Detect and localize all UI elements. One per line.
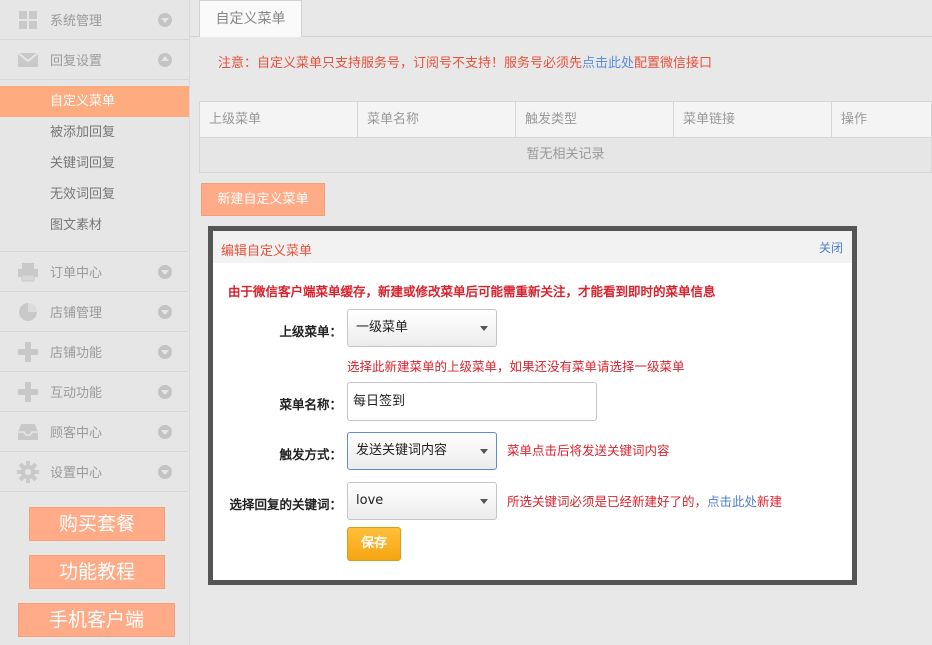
sidebar-item-invalid-reply[interactable]: 无效词回复 <box>0 179 189 210</box>
dialog-header: 编辑自定义菜单 关闭 <box>213 231 852 263</box>
mobile-client-button[interactable]: 手机客户端 <box>18 603 175 637</box>
dropdown-arrow-icon <box>480 449 488 454</box>
parent-menu-label: 上级菜单： <box>279 324 342 339</box>
trigger-select[interactable]: 发送关键词内容 <box>347 432 497 470</box>
main-content: 自定义菜单 注意：自定义菜单只支持服务号，订阅号不支持！服务号必须先点击此处配置… <box>191 0 932 645</box>
chevron-down-icon <box>158 344 172 359</box>
dialog-title: 编辑自定义菜单 <box>221 244 313 259</box>
sidebar-group-label: 店铺功能 <box>50 346 103 361</box>
close-link[interactable]: 关闭 <box>819 239 843 256</box>
sidebar-item-keyword-reply[interactable]: 关键词回复 <box>0 148 189 179</box>
tutorial-button[interactable]: 功能教程 <box>29 555 165 589</box>
notice-prefix: 注意：自定义菜单只支持服务号，订阅号不支持！服务号必须先 <box>218 56 583 71</box>
gear-icon <box>17 460 39 483</box>
dropdown-arrow-icon <box>480 499 488 504</box>
plus-icon <box>17 341 39 363</box>
keyword-hint-prefix: 所选关键词必须是已经新建好了的， <box>507 494 708 509</box>
empty-row: 暂无相关记录 <box>200 137 931 172</box>
column-header: 菜单名称 <box>358 102 516 137</box>
new-menu-button[interactable]: 新建自定义菜单 <box>201 183 325 216</box>
tab-bar: 自定义菜单 <box>191 0 932 37</box>
column-header: 上级菜单 <box>200 102 358 137</box>
sidebar-group-customers[interactable]: 顾客中心 <box>0 412 189 452</box>
plus-icon <box>17 381 39 403</box>
chevron-down-icon <box>158 384 172 399</box>
chevron-down-icon <box>158 424 172 439</box>
sidebar-group-label: 顾客中心 <box>50 426 103 441</box>
sidebar-group-interaction[interactable]: 互动功能 <box>0 372 189 412</box>
sidebar-group-reply[interactable]: 回复设置 <box>0 40 189 80</box>
parent-menu-value: 一级菜单 <box>356 320 409 335</box>
notice-link[interactable]: 点击此处 <box>582 56 634 71</box>
sidebar-group-settings[interactable]: 设置中心 <box>0 452 189 492</box>
reply-submenu: 自定义菜单 被添加回复 关键词回复 无效词回复 图文素材 <box>0 80 189 252</box>
trigger-value: 发送关键词内容 <box>356 443 448 458</box>
envelope-icon <box>17 49 39 71</box>
trigger-hint: 菜单点击后将发送关键词内容 <box>507 443 670 458</box>
table-header: 上级菜单 菜单名称 触发类型 菜单链接 操作 <box>200 102 931 137</box>
parent-menu-hint: 选择此新建菜单的上级菜单，如果还没有菜单请选择一级菜单 <box>347 359 685 374</box>
parent-menu-select[interactable]: 一级菜单 <box>347 309 497 347</box>
sidebar-group-label: 回复设置 <box>50 54 103 69</box>
chevron-down-icon <box>158 464 172 479</box>
sidebar-group-system[interactable]: 系统管理 <box>0 0 189 40</box>
sidebar-group-label: 系统管理 <box>50 14 103 29</box>
grid-icon <box>17 9 39 31</box>
sidebar-item-follow-reply[interactable]: 被添加回复 <box>0 117 189 148</box>
sidebar-item-media[interactable]: 图文素材 <box>0 210 189 241</box>
menu-name-label: 菜单名称： <box>279 397 342 412</box>
buy-package-button[interactable]: 购买套餐 <box>29 507 165 541</box>
keyword-value: love <box>356 493 384 508</box>
sidebar-group-label: 订单中心 <box>50 266 103 281</box>
edit-menu-dialog: 编辑自定义菜单 关闭 由于微信客户端菜单缓存，新建或修改菜单后可能需重新关注，才… <box>208 226 857 585</box>
dropdown-arrow-icon <box>480 326 488 331</box>
tab-custom-menu[interactable]: 自定义菜单 <box>199 0 302 37</box>
sidebar-item-custom-menu[interactable]: 自定义菜单 <box>0 86 189 117</box>
notice-suffix: 配置微信接口 <box>634 56 713 71</box>
keyword-hint: 所选关键词必须是已经新建好了的，点击此处新建 <box>507 491 782 510</box>
keyword-select[interactable]: love <box>347 482 497 520</box>
keyword-hint-suffix: 新建 <box>757 494 783 509</box>
sidebar-group-shop[interactable]: 店铺管理 <box>0 292 189 332</box>
sidebar: 系统管理 回复设置 自定义菜单 被添加回复 关键词回复 无效词回复 图文素材 订… <box>0 0 190 645</box>
notice-text: 注意：自定义菜单只支持服务号，订阅号不支持！服务号必须先点击此处配置微信接口 <box>218 52 712 71</box>
chevron-down-icon <box>158 304 172 319</box>
cache-warning: 由于微信客户端菜单缓存，新建或修改菜单后可能需重新关注，才能看到即时的菜单信息 <box>228 284 716 299</box>
column-header: 触发类型 <box>516 102 674 137</box>
sidebar-group-label: 店铺管理 <box>50 306 103 321</box>
keyword-label: 选择回复的关键词： <box>229 497 342 512</box>
sidebar-group-orders[interactable]: 订单中心 <box>0 252 189 292</box>
pie-chart-icon <box>17 301 39 323</box>
column-header: 操作 <box>841 112 868 127</box>
sidebar-group-label: 互动功能 <box>50 386 103 401</box>
sidebar-group-label: 设置中心 <box>50 466 103 481</box>
printer-icon <box>17 261 39 283</box>
chevron-down-icon <box>158 12 172 27</box>
save-button[interactable]: 保存 <box>347 527 401 561</box>
trigger-label: 触发方式： <box>279 447 342 462</box>
sidebar-group-shop-features[interactable]: 店铺功能 <box>0 332 189 372</box>
keyword-create-link[interactable]: 点击此处 <box>707 494 757 509</box>
chevron-down-icon <box>158 264 172 279</box>
menu-name-input[interactable]: 每日签到 <box>347 382 597 421</box>
menu-table: 上级菜单 菜单名称 触发类型 菜单链接 操作 暂无相关记录 <box>199 101 932 173</box>
chevron-up-icon <box>158 52 172 67</box>
inbox-icon <box>17 421 39 443</box>
column-header: 菜单链接 <box>674 102 832 137</box>
